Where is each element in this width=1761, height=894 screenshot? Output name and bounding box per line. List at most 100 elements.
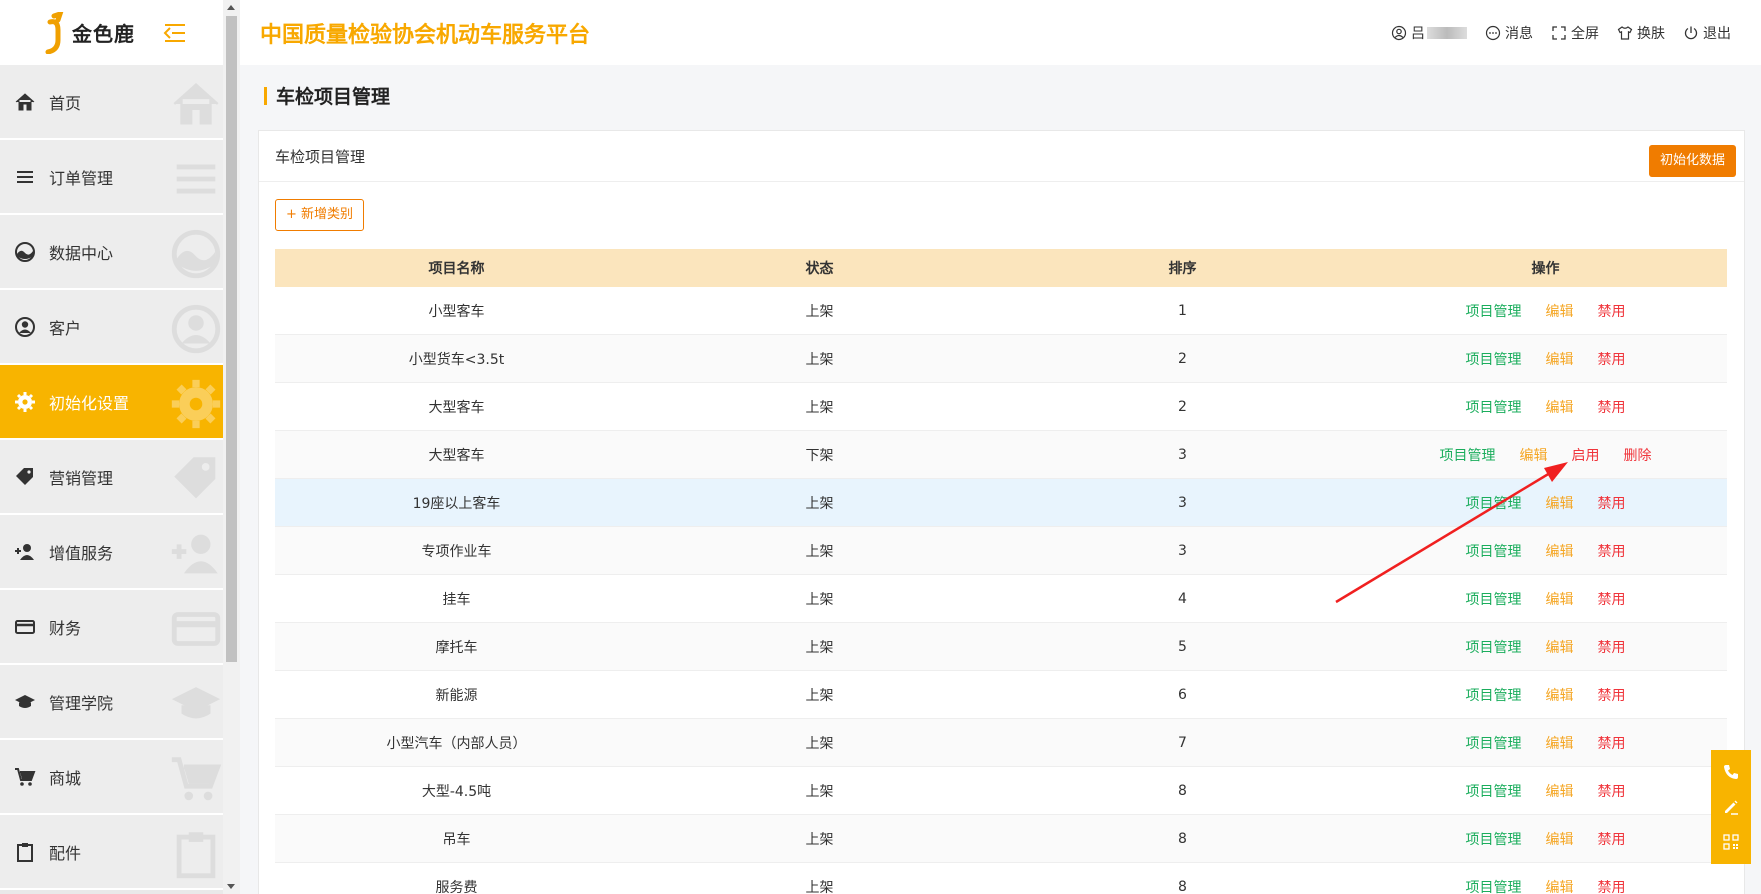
sidebar-item-0[interactable]: 首页 bbox=[0, 65, 223, 140]
manage-items-link[interactable]: 项目管理 bbox=[1466, 733, 1522, 753]
sidebar-item-1[interactable]: 订单管理 bbox=[0, 140, 223, 215]
fullscreen-button[interactable]: 全屏 bbox=[1551, 23, 1599, 43]
message-button[interactable]: 消息 bbox=[1485, 23, 1533, 43]
manage-items-link[interactable]: 项目管理 bbox=[1466, 397, 1522, 417]
cell-status: 上架 bbox=[805, 303, 834, 320]
user-menu[interactable]: 吕 bbox=[1391, 23, 1467, 43]
phone-icon[interactable] bbox=[1722, 763, 1740, 781]
sidebar-item-10[interactable]: 配件 bbox=[0, 815, 223, 890]
sidebar-item-6[interactable]: 增值服务 bbox=[0, 515, 223, 590]
sidebar-item-label: 首页 bbox=[49, 93, 82, 113]
edit-link[interactable]: 编辑 bbox=[1546, 685, 1574, 705]
cell-order: 7 bbox=[1178, 734, 1187, 751]
cell-order: 2 bbox=[1178, 350, 1187, 367]
edit-link[interactable]: 编辑 bbox=[1546, 349, 1574, 369]
edit-link[interactable]: 编辑 bbox=[1546, 301, 1574, 321]
disable-link[interactable]: 禁用 bbox=[1598, 685, 1626, 705]
edit-link[interactable]: 编辑 bbox=[1546, 397, 1574, 417]
edit-link[interactable]: 编辑 bbox=[1546, 733, 1574, 753]
sidebar-item-4[interactable]: 初始化设置 bbox=[0, 365, 223, 440]
manage-items-link[interactable]: 项目管理 bbox=[1466, 829, 1522, 849]
disable-link[interactable]: 禁用 bbox=[1598, 781, 1626, 801]
edit-link[interactable]: 编辑 bbox=[1546, 589, 1574, 609]
cell-actions: 项目管理 编辑 禁用 bbox=[1364, 397, 1727, 417]
manage-items-link[interactable]: 项目管理 bbox=[1466, 493, 1522, 513]
disable-link[interactable]: 禁用 bbox=[1598, 493, 1626, 513]
home-icon bbox=[12, 89, 38, 115]
collapse-menu-icon[interactable] bbox=[163, 23, 187, 43]
manage-items-link[interactable]: 项目管理 bbox=[1466, 349, 1522, 369]
disable-link[interactable]: 禁用 bbox=[1598, 541, 1626, 561]
manage-items-link[interactable]: 项目管理 bbox=[1466, 685, 1522, 705]
add-user-watermark-icon bbox=[167, 525, 223, 583]
sidebar-item-8[interactable]: 管理学院 bbox=[0, 665, 223, 740]
cell-name: 大型-4.5吨 bbox=[421, 783, 492, 800]
disable-link[interactable]: 禁用 bbox=[1598, 589, 1626, 609]
cell-order: 3 bbox=[1178, 542, 1187, 559]
scroll-down-arrow-icon[interactable] bbox=[227, 884, 235, 889]
edit-link[interactable]: 编辑 bbox=[1546, 541, 1574, 561]
cell-name: 19座以上客车 bbox=[412, 495, 501, 512]
edit-link[interactable]: 编辑 bbox=[1546, 829, 1574, 849]
cell-status: 上架 bbox=[805, 591, 834, 608]
disable-link[interactable]: 禁用 bbox=[1598, 829, 1626, 849]
cell-order: 8 bbox=[1178, 782, 1187, 799]
manage-items-link[interactable]: 项目管理 bbox=[1466, 541, 1522, 561]
disable-link[interactable]: 禁用 bbox=[1598, 301, 1626, 321]
cell-actions: 项目管理 编辑 禁用 bbox=[1364, 685, 1727, 705]
sidebar-scrollbar[interactable] bbox=[223, 0, 240, 894]
cell-name: 大型客车 bbox=[428, 447, 485, 464]
init-data-button[interactable]: 初始化数据 bbox=[1648, 145, 1736, 177]
edit-link[interactable]: 编辑 bbox=[1546, 637, 1574, 657]
manage-items-link[interactable]: 项目管理 bbox=[1466, 637, 1522, 657]
sidebar: 金色鹿 首页订单管理 数据中心 客户 初始化设置 营销管理 增值服务 财务 管理学院商城配件 bbox=[0, 0, 223, 894]
cell-order: 4 bbox=[1178, 590, 1187, 607]
logout-button[interactable]: 退出 bbox=[1683, 23, 1731, 43]
manage-items-link[interactable]: 项目管理 bbox=[1440, 445, 1496, 465]
cell-status: 上架 bbox=[805, 399, 834, 416]
scroll-thumb[interactable] bbox=[226, 16, 237, 662]
sidebar-item-5[interactable]: 营销管理 bbox=[0, 440, 223, 515]
sidebar-item-label: 商城 bbox=[49, 768, 82, 788]
manage-items-link[interactable]: 项目管理 bbox=[1466, 781, 1522, 801]
manage-items-link[interactable]: 项目管理 bbox=[1466, 589, 1522, 609]
sidebar-item-9[interactable]: 商城 bbox=[0, 740, 223, 815]
disable-link[interactable]: 禁用 bbox=[1598, 877, 1626, 894]
manage-items-link[interactable]: 项目管理 bbox=[1466, 877, 1522, 894]
logo[interactable]: 金色鹿 bbox=[0, 0, 223, 65]
header-order: 排序 bbox=[1168, 261, 1197, 277]
cell-name: 摩托车 bbox=[435, 639, 478, 656]
disable-link[interactable]: 禁用 bbox=[1598, 733, 1626, 753]
table-row: 大型客车 下架 3 项目管理 编辑 启用 删除 bbox=[275, 431, 1727, 479]
edit-icon[interactable] bbox=[1722, 798, 1740, 816]
cell-order: 3 bbox=[1178, 446, 1187, 463]
enable-link[interactable]: 启用 bbox=[1572, 445, 1600, 465]
cell-actions: 项目管理 编辑 禁用 bbox=[1364, 301, 1727, 321]
cell-actions: 项目管理 编辑 禁用 bbox=[1364, 541, 1727, 561]
edit-link[interactable]: 编辑 bbox=[1520, 445, 1548, 465]
delete-link[interactable]: 删除 bbox=[1624, 445, 1652, 465]
tag-icon bbox=[12, 464, 38, 490]
manage-items-link[interactable]: 项目管理 bbox=[1466, 301, 1522, 321]
table-row: 大型客车 上架 2 项目管理 编辑 禁用 bbox=[275, 383, 1727, 431]
edit-link[interactable]: 编辑 bbox=[1546, 877, 1574, 894]
edit-link[interactable]: 编辑 bbox=[1546, 493, 1574, 513]
skin-button[interactable]: 换肤 bbox=[1617, 23, 1665, 43]
disable-link[interactable]: 禁用 bbox=[1598, 349, 1626, 369]
qrcode-icon[interactable] bbox=[1722, 833, 1740, 851]
list-watermark-icon bbox=[167, 150, 223, 208]
sidebar-item-3[interactable]: 客户 bbox=[0, 290, 223, 365]
cell-status: 上架 bbox=[805, 831, 834, 848]
scroll-up-arrow-icon[interactable] bbox=[227, 5, 235, 10]
page-title: 车检项目管理 bbox=[276, 86, 391, 108]
cell-actions: 项目管理 编辑 禁用 bbox=[1364, 589, 1727, 609]
disable-link[interactable]: 禁用 bbox=[1598, 397, 1626, 417]
table-row: 大型-4.5吨 上架 8 项目管理 编辑 禁用 bbox=[275, 767, 1727, 815]
logout-label: 退出 bbox=[1703, 25, 1731, 42]
disable-link[interactable]: 禁用 bbox=[1598, 637, 1626, 657]
add-category-button[interactable]: + 新增类别 bbox=[275, 199, 365, 231]
cell-name: 服务费 bbox=[435, 879, 478, 894]
sidebar-item-2[interactable]: 数据中心 bbox=[0, 215, 223, 290]
sidebar-item-7[interactable]: 财务 bbox=[0, 590, 223, 665]
edit-link[interactable]: 编辑 bbox=[1546, 781, 1574, 801]
